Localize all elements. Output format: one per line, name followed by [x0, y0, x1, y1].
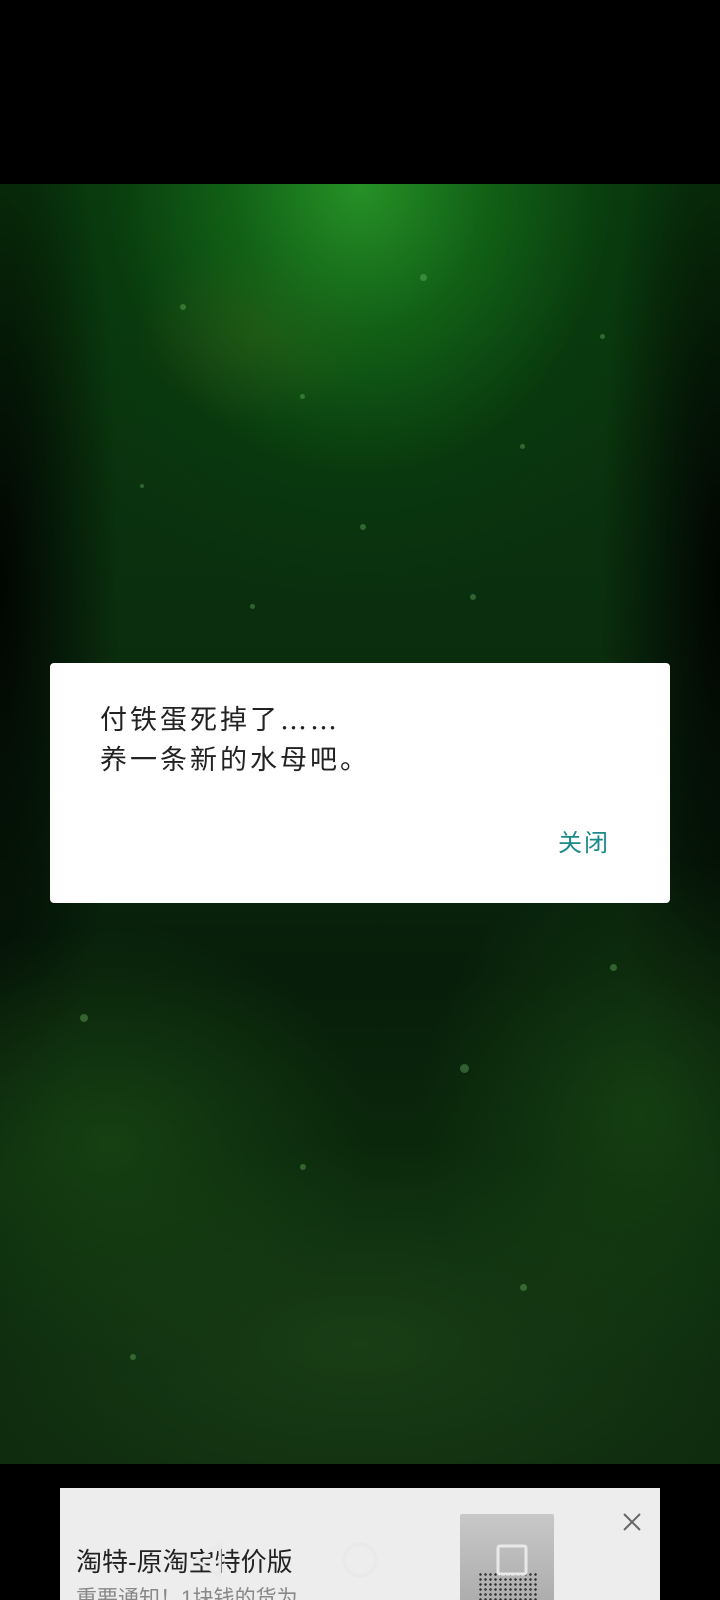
bubble: [300, 394, 305, 399]
bubble: [180, 304, 186, 310]
bubble: [520, 1284, 527, 1291]
dialog-message: 付铁蛋死掉了…… 养一条新的水母吧。: [100, 701, 620, 781]
navigation-bar: [0, 1520, 720, 1600]
dialog-message-line: 养一条新的水母吧。: [100, 745, 370, 776]
bubble: [460, 1064, 469, 1073]
bubble: [360, 524, 366, 530]
bubble: [600, 334, 605, 339]
bubble: [300, 1164, 306, 1170]
bubble: [610, 964, 617, 971]
bubble: [130, 1354, 136, 1360]
home-circle-icon[interactable]: [334, 1534, 386, 1586]
recents-square-icon[interactable]: [486, 1534, 538, 1586]
death-notice-dialog: 付铁蛋死掉了…… 养一条新的水母吧。 关闭: [50, 663, 670, 903]
bubble: [470, 594, 476, 600]
bubble: [420, 274, 427, 281]
bubble: [520, 444, 525, 449]
screen: 付铁蛋死掉了…… 养一条新的水母吧。 关闭 淘特-原淘宝特价版 重要通知！1块钱…: [0, 0, 720, 1600]
back-triangle-icon[interactable]: [182, 1534, 234, 1586]
bubble: [250, 604, 255, 609]
bubble: [80, 1014, 88, 1022]
close-button[interactable]: 关闭: [558, 823, 610, 858]
bubble: [140, 484, 144, 488]
dialog-message-line: 付铁蛋死掉了……: [100, 705, 340, 736]
